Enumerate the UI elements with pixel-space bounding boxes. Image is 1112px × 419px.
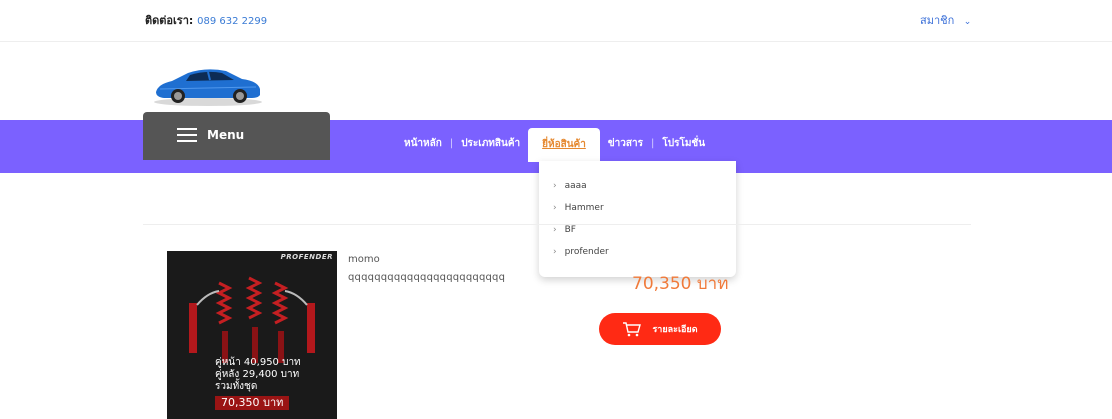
section-divider [143, 224, 971, 225]
member-label: สมาชิก [920, 14, 955, 27]
nav-news[interactable]: ข่าวสาร [600, 136, 651, 151]
product-image-brand: PROFENDER [280, 253, 333, 261]
brands-dropdown: › aaaa › Hammer › BF › profender [539, 161, 736, 277]
dropdown-item[interactable]: › aaaa [553, 181, 587, 191]
product-name[interactable]: momo [348, 254, 380, 265]
front-price: 40,950 บาท [243, 357, 301, 368]
contact-info: ติดต่อเรา: 089 632 2299 [145, 11, 267, 29]
dropdown-item[interactable]: › Hammer [553, 203, 604, 213]
top-bar: ติดต่อเรา: 089 632 2299 สมาชิก ⌄ [0, 0, 1112, 42]
rear-price: 29,400 บาท [242, 369, 300, 380]
dropdown-item-label: BF [564, 225, 576, 235]
cart-icon [623, 322, 642, 337]
nav-brands[interactable]: ยี่ห้อสินค้า [528, 128, 600, 162]
dropdown-item[interactable]: › profender [553, 247, 609, 257]
product-description: qqqqqqqqqqqqqqqqqqqqqqqq [348, 272, 506, 283]
detail-button-label: รายละเอียด [652, 325, 698, 335]
menu-button[interactable]: Menu [143, 112, 330, 160]
dropdown-item-label: aaaa [564, 181, 587, 191]
product-price: 70,350 บาท [632, 274, 729, 294]
chevron-right-icon: › [553, 247, 557, 257]
contact-label: ติดต่อเรา: [145, 14, 194, 27]
image-price-overlay: คู่หน้า 40,950 บาท คู่หลัง 29,400 บาท รว… [215, 357, 301, 410]
chevron-down-icon: ⌄ [963, 17, 972, 27]
dropdown-item-label: profender [564, 247, 609, 257]
dropdown-item-label: Hammer [564, 203, 604, 213]
rear-label: คู่หลัง [215, 369, 240, 380]
main-nav: หน้าหลัก | ประเภทสินค้า ยี่ห้อสินค้า ข่า… [396, 128, 713, 162]
member-dropdown[interactable]: สมาชิก ⌄ [920, 11, 971, 29]
front-label: คู่หน้า [215, 357, 241, 368]
set-price: 70,350 บาท [215, 396, 290, 410]
chevron-right-icon: › [553, 225, 557, 235]
nav-promotions[interactable]: โปรโมชั่น [654, 136, 713, 151]
hamburger-icon [177, 128, 197, 142]
contact-phone[interactable]: 089 632 2299 [197, 16, 267, 27]
product-image[interactable]: PROFENDER คู่หน้า 40,950 บาท คู่หลัง 29,… [167, 251, 337, 419]
menu-label: Menu [207, 128, 245, 142]
site-logo[interactable] [150, 62, 266, 108]
car-logo-icon [154, 69, 262, 106]
set-label: รวมทั้งชุด [215, 381, 258, 392]
chevron-right-icon: › [553, 203, 557, 213]
detail-button[interactable]: รายละเอียด [599, 313, 721, 345]
dropdown-item[interactable]: › BF [553, 225, 576, 235]
nav-home[interactable]: หน้าหลัก [396, 136, 450, 151]
chevron-right-icon: › [553, 181, 557, 191]
nav-categories[interactable]: ประเภทสินค้า [453, 136, 528, 151]
